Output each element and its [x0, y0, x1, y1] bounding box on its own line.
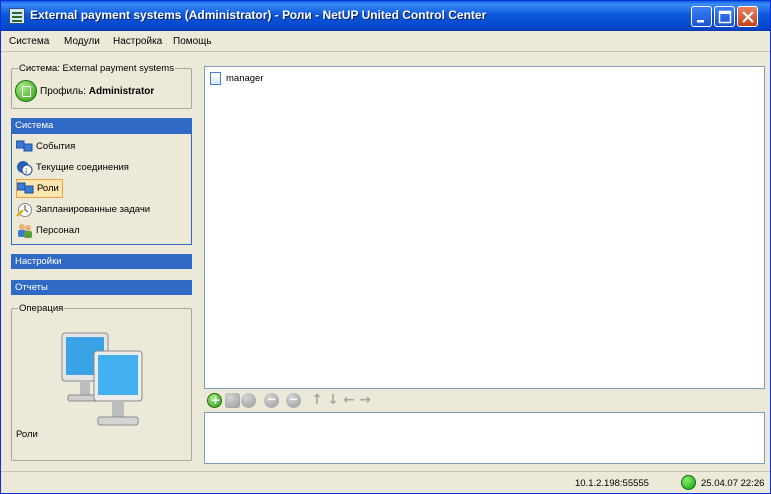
- calculator-icon: [15, 80, 37, 102]
- add-icon: +: [210, 393, 221, 407]
- profile-text: Профиль: Administrator: [40, 86, 154, 97]
- arrow-down-button[interactable]: ↓: [326, 393, 340, 408]
- add-button[interactable]: +: [207, 393, 222, 408]
- sidebar-item-staff[interactable]: Персонал: [16, 221, 83, 240]
- document-icon: [210, 72, 221, 85]
- list-toolbar: + − − ↑ ↓ ← →: [204, 391, 765, 411]
- sidebar-item-label: Персонал: [36, 225, 80, 236]
- arrow-down-icon: ↓: [327, 392, 339, 408]
- sidebar-item-label: События: [36, 141, 76, 152]
- menu-bar: Система Модули Настройка Помощь: [1, 31, 770, 52]
- remove-alt-icon: −: [288, 392, 299, 406]
- connections-icon: i: [16, 159, 33, 176]
- status-datetime: 25.04.07 22:26: [701, 478, 765, 489]
- sidebar-item-label: Текущие соединения: [36, 162, 129, 173]
- minimize-button[interactable]: [691, 6, 712, 27]
- staff-icon: [16, 222, 33, 239]
- window-title: External payment systems (Administrator)…: [30, 8, 487, 22]
- section-settings-header[interactable]: Настройки: [11, 254, 192, 269]
- menu-system[interactable]: Система: [9, 36, 49, 47]
- connection-status-icon: [681, 475, 696, 490]
- detail-panel[interactable]: [204, 412, 765, 464]
- menu-settings[interactable]: Настройка: [113, 36, 162, 47]
- list-item[interactable]: manager: [210, 72, 264, 85]
- profile-group: Система: External payment systems Профил…: [11, 63, 192, 109]
- menu-help[interactable]: Помощь: [173, 36, 212, 47]
- profile-group-legend: Система: External payment systems: [18, 63, 175, 74]
- menu-modules[interactable]: Модули: [64, 36, 100, 47]
- section-system-header[interactable]: Система: [11, 118, 192, 133]
- scheduled-tasks-icon: [16, 201, 33, 218]
- operation-group: Операция Роли: [11, 303, 192, 461]
- arrow-up-icon: ↑: [311, 392, 323, 408]
- operation-label: Роли: [16, 429, 38, 440]
- arrow-left-button[interactable]: ←: [342, 393, 356, 408]
- arrow-right-button[interactable]: →: [358, 393, 372, 408]
- roles-icon: [16, 180, 34, 197]
- profile-value: Administrator: [88, 85, 155, 97]
- list-item-label: manager: [226, 73, 264, 84]
- arrow-up-button[interactable]: ↑: [310, 393, 324, 408]
- profile-label: Профиль:: [40, 85, 86, 97]
- arrow-right-icon: →: [359, 392, 371, 408]
- section-reports-header[interactable]: Отчеты: [11, 280, 192, 295]
- sidebar-item-label: Запланированные задачи: [36, 204, 151, 215]
- profile-row: Профиль: Administrator: [15, 80, 154, 102]
- remove-alt-button[interactable]: −: [286, 392, 301, 408]
- edit-button[interactable]: [225, 393, 240, 408]
- sidebar-item-label: Роли: [37, 183, 59, 194]
- app-icon[interactable]: [9, 8, 25, 24]
- sidebar-item-scheduled-tasks[interactable]: Запланированные задачи: [16, 200, 153, 219]
- events-icon: [15, 138, 33, 155]
- roles-list[interactable]: manager: [204, 66, 765, 389]
- status-bar: 10.1.2.198:55555 25.04.07 22:26: [1, 471, 770, 493]
- server-address: 10.1.2.198:55555: [575, 478, 649, 489]
- operation-legend: Операция: [18, 303, 65, 314]
- sidebar-item-roles[interactable]: Роли: [16, 179, 63, 198]
- remove-icon: −: [266, 392, 277, 406]
- edit-alt-button[interactable]: [241, 393, 256, 408]
- arrow-left-icon: ←: [343, 392, 355, 408]
- computers-icon: [61, 332, 143, 426]
- maximize-icon: [718, 10, 732, 24]
- maximize-button[interactable]: [714, 6, 735, 27]
- title-bar[interactable]: External payment systems (Administrator)…: [1, 1, 770, 31]
- sidebar-item-events[interactable]: События: [15, 137, 78, 156]
- close-icon: [742, 11, 754, 23]
- svg-text:i: i: [25, 167, 27, 176]
- system-panel: События i Текущие соединения Роли Заплан…: [11, 133, 192, 245]
- remove-button[interactable]: −: [264, 392, 279, 408]
- sidebar-item-connections[interactable]: i Текущие соединения: [16, 158, 132, 177]
- close-button[interactable]: [737, 6, 758, 27]
- minimize-icon: [697, 20, 704, 23]
- app-window: External payment systems (Administrator)…: [0, 0, 771, 494]
